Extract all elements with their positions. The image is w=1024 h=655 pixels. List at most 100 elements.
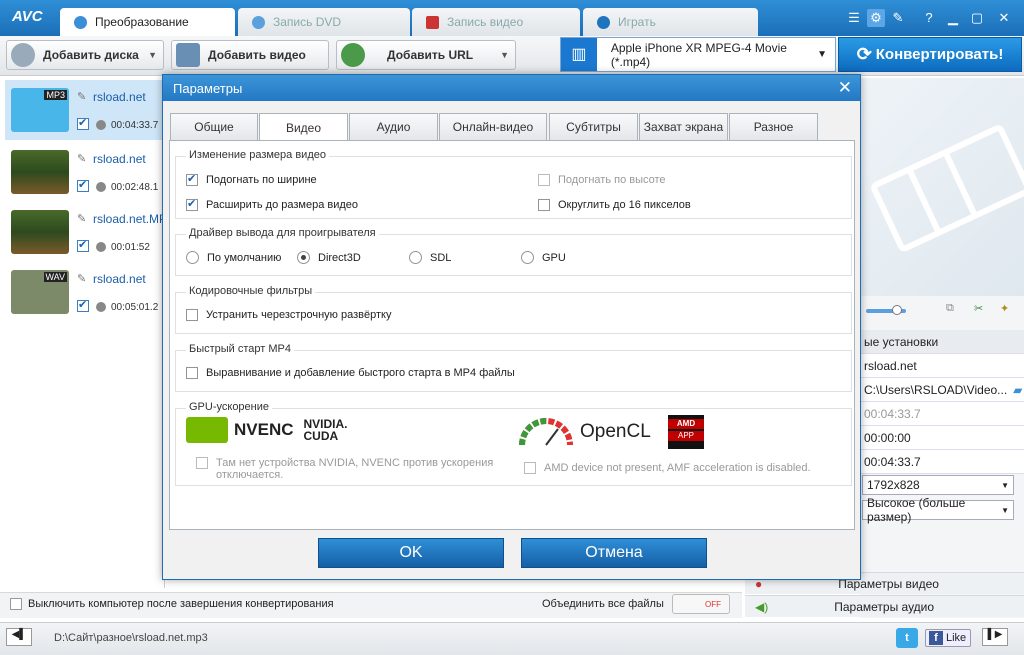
tab-general[interactable]: Общие xyxy=(170,113,258,140)
faststart-checkbox[interactable] xyxy=(186,367,198,379)
driver-sdl-option[interactable]: SDL xyxy=(409,251,451,264)
shutdown-option[interactable]: Выключить компьютер после завершения кон… xyxy=(10,598,334,610)
chevron-down-icon: ▼ xyxy=(1001,480,1009,490)
file-checkbox[interactable] xyxy=(77,238,89,252)
profile-select[interactable]: ▥ Apple iPhone XR MPEG-4 Movie (*.mp4) ▼ xyxy=(560,37,836,72)
deinterlace-option[interactable]: Устранить черезстрочную развёртку xyxy=(186,309,391,321)
driver-default-radio[interactable] xyxy=(186,251,199,264)
tools-icon[interactable]: ✎ xyxy=(889,9,907,27)
fit-height-option: Подогнать по высоте xyxy=(538,174,666,186)
duration-field: 00:04:33.7 xyxy=(860,402,1024,426)
path-field[interactable]: C:\Users\RSLOAD\Video... ▰ xyxy=(860,378,1024,402)
chevron-down-icon: ▼ xyxy=(817,49,827,60)
tab-play[interactable]: Играть xyxy=(583,8,758,36)
magic-wand-icon[interactable]: ✦ xyxy=(1000,302,1009,315)
merge-label: Объединить все файлы xyxy=(542,598,664,610)
ok-button[interactable]: OK xyxy=(318,538,504,568)
chevron-down-icon: ▼ xyxy=(500,50,509,60)
resize-group: Изменение размера видео Подогнать по шир… xyxy=(175,149,852,219)
add-disc-button[interactable]: Добавить диска ▼ xyxy=(6,40,164,70)
chevron-down-icon: ▼ xyxy=(1001,505,1009,515)
tab-audio[interactable]: Аудио xyxy=(349,113,438,140)
list-item[interactable]: ✎ rsload.net 00:02:48.1 xyxy=(5,142,165,202)
tab-screen-capture[interactable]: Захват экрана xyxy=(639,113,728,140)
faststart-option[interactable]: Выравнивание и добавление быстрого старт… xyxy=(186,367,515,379)
tab-misc[interactable]: Разное xyxy=(729,113,818,140)
tab-record[interactable]: Запись видео xyxy=(412,8,580,36)
file-checkbox[interactable] xyxy=(77,116,89,130)
volume-row: ⧉ ✂ ✦ xyxy=(862,302,1022,320)
facebook-like-button[interactable]: f Like xyxy=(925,629,971,647)
name-field[interactable]: rsload.net xyxy=(860,354,1024,378)
driver-default-option[interactable]: По умолчанию xyxy=(186,251,281,264)
shutdown-checkbox[interactable] xyxy=(10,598,22,610)
expand-option[interactable]: Расширить до размера видео xyxy=(186,197,358,211)
edit-icon[interactable]: ✎ xyxy=(77,90,86,103)
driver-gpu-radio[interactable] xyxy=(521,251,534,264)
chevron-down-icon: ▼ xyxy=(148,50,157,60)
expand-checkbox[interactable] xyxy=(186,197,198,211)
file-checkbox[interactable] xyxy=(77,298,89,312)
app-logo: AVC xyxy=(12,8,43,25)
edit-icon[interactable]: ✎ xyxy=(77,152,86,165)
list-item[interactable]: WAV ✎ rsload.net 00:05:01.2 xyxy=(5,262,165,322)
driver-d3d-option[interactable]: Direct3D xyxy=(297,251,361,264)
driver-gpu-option[interactable]: GPU xyxy=(521,251,566,264)
help-icon[interactable]: ? xyxy=(920,9,938,27)
maximize-icon[interactable]: ▢ xyxy=(968,9,986,27)
audio-params-button[interactable]: ◀) Параметры аудио xyxy=(745,595,1024,617)
merge-toggle[interactable]: OFF xyxy=(672,594,730,614)
convert-button[interactable]: ⟳ Конвертировать! xyxy=(838,37,1022,72)
add-url-button[interactable]: Добавить URL ▼ xyxy=(336,40,516,70)
close-icon[interactable]: ✕ xyxy=(838,78,852,98)
scissors-icon[interactable]: ✂ xyxy=(974,302,983,315)
convert-icon: ⟳ xyxy=(856,44,872,64)
tab-dvd[interactable]: Запись DVD xyxy=(238,8,410,36)
gpu-group: GPU-ускорение NVENC NVIDIA. CUDA Там нет… xyxy=(175,401,852,486)
clip-icon[interactable]: ⧉ xyxy=(946,302,954,315)
collapse-left-icon[interactable]: ◀▌ xyxy=(6,628,32,646)
deinterlace-checkbox[interactable] xyxy=(186,309,198,321)
video-thumbnail xyxy=(11,150,69,194)
list-item[interactable]: ✎ rsload.net.MP4 00:01:52 xyxy=(5,202,174,262)
quality-select[interactable]: Высокое (больше размер) ▼ xyxy=(862,496,1014,524)
driver-d3d-radio[interactable] xyxy=(297,251,310,264)
minimize-icon[interactable]: ▁ xyxy=(944,9,962,27)
cancel-button[interactable]: Отмена xyxy=(521,538,707,568)
film-icon xyxy=(871,125,1024,252)
resolution-select[interactable]: 1792x828 ▼ xyxy=(862,475,1014,495)
audio-icon: ◀) xyxy=(755,599,769,614)
gear-icon[interactable]: ⚙ xyxy=(867,9,885,27)
folder-icon[interactable]: ▰ xyxy=(1013,383,1022,397)
collapse-right-icon[interactable]: ▌▶ xyxy=(982,628,1008,646)
add-video-button[interactable]: Добавить видео xyxy=(171,40,329,70)
list-item[interactable]: MP3 ✎ rsload.net 00:04:33.7 xyxy=(5,80,165,140)
file-path: D:\Сайт\разное\rsload.net.mp3 xyxy=(54,632,208,644)
edit-icon[interactable]: ✎ xyxy=(77,212,86,225)
nvenc-option: Там нет устройства NVIDIA, NVENC против … xyxy=(196,457,496,481)
opencl-logo: OpenCL xyxy=(518,417,651,447)
close-icon[interactable]: ✕ xyxy=(995,9,1013,27)
settings-dialog: Параметры ✕ Общие Видео Аудио Онлайн-вид… xyxy=(162,74,861,580)
fit-width-checkbox[interactable] xyxy=(186,172,198,186)
amd-app-logo: AMD APP xyxy=(668,415,704,449)
audio-thumbnail: WAV xyxy=(11,270,69,314)
round16-checkbox[interactable] xyxy=(538,199,550,211)
filters-group: Кодировочные фильтры Устранить черезстро… xyxy=(175,285,852,334)
tab-video[interactable]: Видео xyxy=(259,113,348,141)
round16-option[interactable]: Округлить до 16 пикселов xyxy=(538,199,691,211)
volume-handle[interactable] xyxy=(892,305,902,315)
tab-convert[interactable]: Преобразование xyxy=(60,8,235,36)
globe-icon xyxy=(341,43,365,67)
file-checkbox[interactable] xyxy=(77,178,89,192)
fit-width-option[interactable]: Подогнать по ширине xyxy=(186,172,317,186)
twitter-icon[interactable]: t xyxy=(896,628,918,648)
disc-icon xyxy=(11,43,35,67)
tab-subtitles[interactable]: Субтитры xyxy=(549,113,638,140)
driver-sdl-radio[interactable] xyxy=(409,251,422,264)
edit-icon[interactable]: ✎ xyxy=(77,272,86,285)
tab-online-video[interactable]: Онлайн-видео xyxy=(439,113,547,140)
end-time-field[interactable]: 00:04:33.7 xyxy=(860,450,1024,474)
start-time-field[interactable]: 00:00:00 xyxy=(860,426,1024,450)
list-icon[interactable]: ☰ xyxy=(845,9,863,27)
